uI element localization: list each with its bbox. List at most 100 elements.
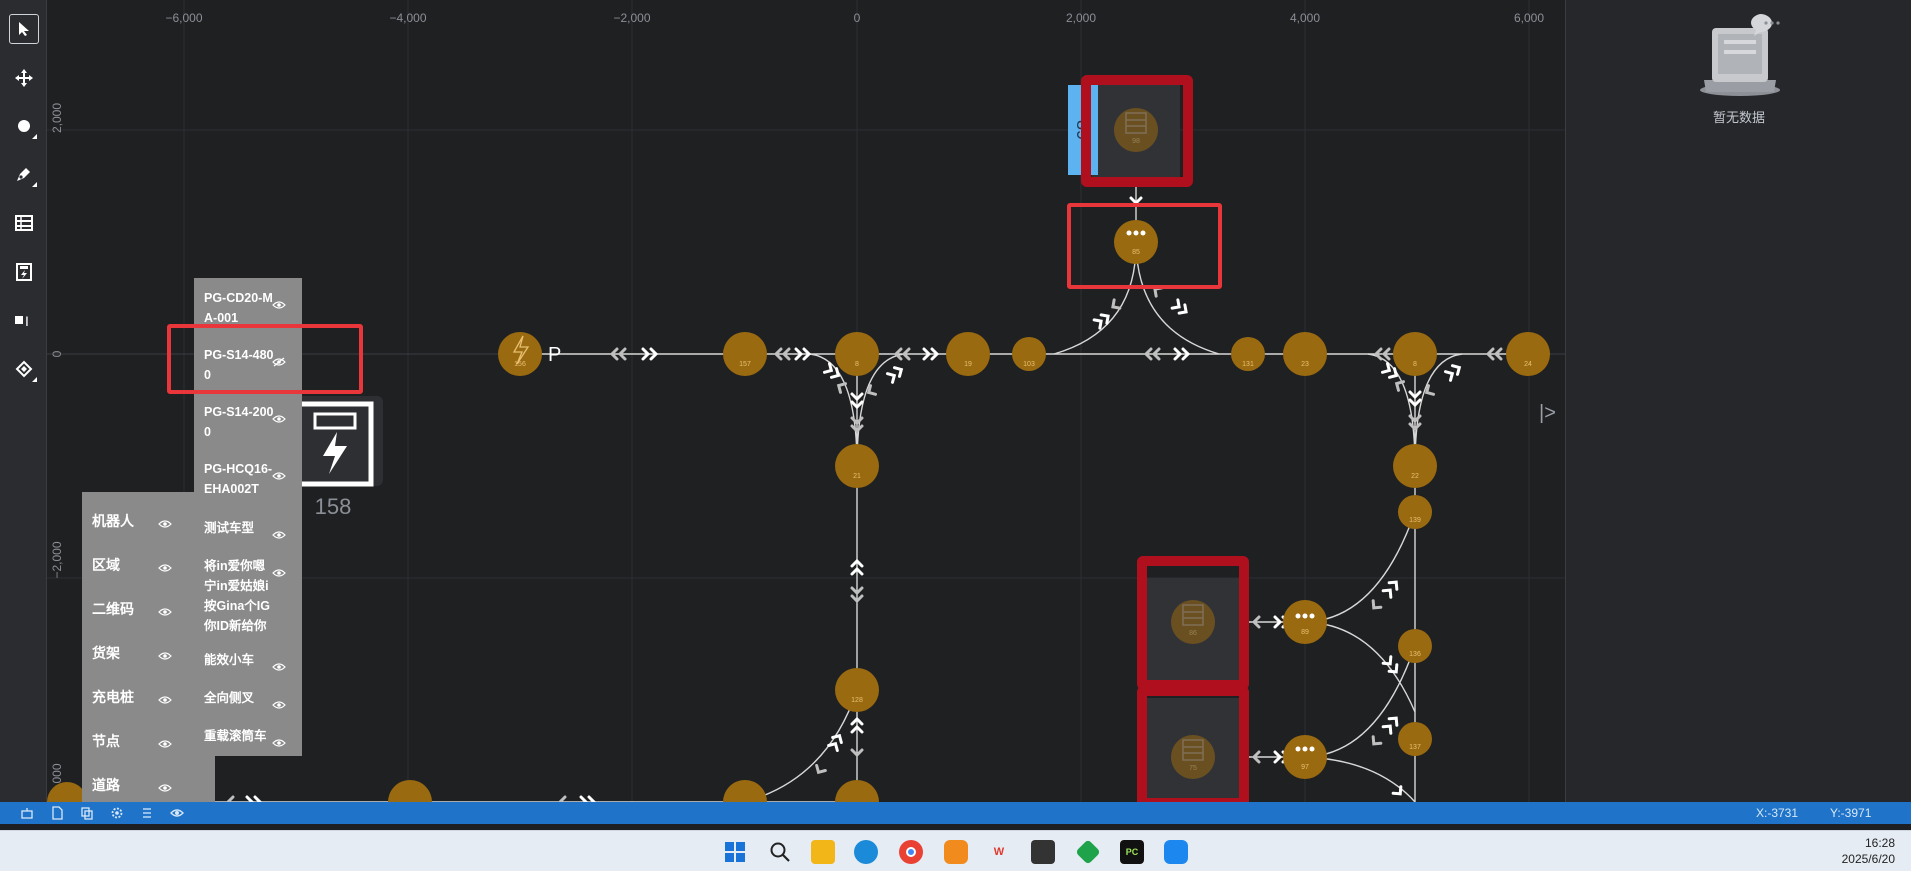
eye-icon[interactable] bbox=[158, 648, 172, 660]
layer-label: 道路 bbox=[92, 777, 120, 793]
eye-icon[interactable] bbox=[272, 734, 286, 747]
terminal-icon[interactable] bbox=[1031, 840, 1055, 864]
app-icon[interactable] bbox=[1075, 839, 1101, 865]
map-node[interactable] bbox=[723, 780, 767, 802]
map-node[interactable] bbox=[835, 780, 879, 802]
start-button[interactable] bbox=[723, 840, 747, 864]
map-node[interactable]: 156 bbox=[498, 332, 542, 376]
node-label: 89 bbox=[1301, 629, 1309, 636]
node-label: 131 bbox=[1242, 361, 1254, 368]
layer-label: 充电桩 bbox=[92, 689, 134, 705]
map-node[interactable]: 136 bbox=[1398, 629, 1432, 663]
layer-label: 货架 bbox=[92, 645, 120, 661]
eye-icon[interactable] bbox=[272, 696, 286, 709]
map-node[interactable]: 8 bbox=[1393, 332, 1437, 376]
eye-icon[interactable] bbox=[158, 736, 172, 748]
clock[interactable]: 16:28 2025/6/20 bbox=[1842, 835, 1895, 867]
x-tick-label: −6,000 bbox=[165, 11, 202, 25]
wps-icon[interactable]: W bbox=[987, 840, 1011, 864]
pycharm-icon[interactable]: PC bbox=[1120, 840, 1144, 864]
clock-date: 2025/6/20 bbox=[1841, 852, 1895, 866]
chrome-icon[interactable] bbox=[899, 840, 923, 864]
eye-icon[interactable] bbox=[272, 526, 286, 539]
eye-icon[interactable] bbox=[158, 560, 172, 572]
eye-icon[interactable] bbox=[158, 516, 172, 528]
layer-label: 机器人 bbox=[92, 513, 134, 529]
map-node[interactable]: 22 bbox=[1393, 444, 1437, 488]
map-node[interactable]: 137 bbox=[1398, 722, 1432, 756]
feishu-icon[interactable] bbox=[1164, 840, 1188, 864]
eye-icon[interactable] bbox=[170, 806, 184, 820]
app-icon[interactable] bbox=[944, 840, 968, 864]
layer-label: 节点 bbox=[92, 733, 120, 749]
charger-label: 158 bbox=[315, 494, 352, 519]
label-tool-icon[interactable]: I bbox=[9, 305, 39, 335]
eye-icon[interactable] bbox=[158, 604, 172, 616]
y-tick-label: −2,000 bbox=[50, 541, 64, 578]
map-node[interactable]: 128 bbox=[835, 668, 879, 712]
selection-frame bbox=[1081, 75, 1193, 187]
x-tick-label: −2,000 bbox=[613, 11, 650, 25]
map-node[interactable]: 89 bbox=[1283, 600, 1327, 644]
eye-icon[interactable] bbox=[158, 692, 172, 704]
robot-type-label: 能效小车 bbox=[204, 653, 255, 667]
map-node[interactable]: 23 bbox=[1283, 332, 1327, 376]
gear-icon[interactable] bbox=[110, 806, 124, 820]
cursor-x: X:-3731 bbox=[1756, 806, 1799, 820]
eye-icon[interactable] bbox=[272, 296, 286, 309]
node-label: 8 bbox=[1413, 361, 1417, 368]
robot-type-label: 重载滚筒车 bbox=[204, 729, 267, 743]
node-label: 21 bbox=[853, 473, 861, 480]
robot-type-label: 将in爱你嗯宁in爱姑娘i按Gina个IG你ID新给你 bbox=[204, 559, 270, 633]
file-explorer-icon[interactable] bbox=[811, 840, 835, 864]
eye-icon[interactable] bbox=[272, 564, 286, 577]
eye-icon[interactable] bbox=[272, 658, 286, 671]
node-label: 24 bbox=[1524, 361, 1532, 368]
layer-label: 二维码 bbox=[92, 601, 134, 617]
search-icon[interactable] bbox=[768, 840, 792, 864]
eye-icon[interactable] bbox=[272, 410, 286, 423]
map-node[interactable] bbox=[388, 780, 432, 802]
map-node[interactable]: 8 bbox=[835, 332, 879, 376]
taskbar: W PC 16:28 2025/6/20 bbox=[0, 830, 1911, 871]
map-node[interactable]: 131 bbox=[1231, 337, 1265, 371]
map-node[interactable]: 19 bbox=[946, 332, 990, 376]
x-tick-label: 6,000 bbox=[1514, 11, 1544, 25]
eye-icon[interactable] bbox=[158, 780, 172, 792]
map-node[interactable]: 21 bbox=[835, 444, 879, 488]
y-tick-label: 0 bbox=[50, 350, 64, 357]
robot-icon[interactable] bbox=[20, 806, 34, 820]
robot-type-label: PG-CD20-MA-001 bbox=[204, 291, 273, 325]
selection-frame bbox=[1137, 556, 1249, 690]
shelf-tool-icon[interactable] bbox=[9, 208, 39, 238]
map-node[interactable]: 157 bbox=[723, 332, 767, 376]
highlight-frame bbox=[1067, 203, 1222, 289]
copy-icon[interactable] bbox=[80, 806, 94, 820]
status-bar: X:-3731 Y:-3971 bbox=[0, 802, 1911, 824]
file-icon[interactable] bbox=[50, 806, 64, 820]
edge-icon[interactable] bbox=[854, 840, 878, 864]
robot-type-label: 测试车型 bbox=[204, 521, 255, 535]
map-node[interactable]: 97 bbox=[1283, 735, 1327, 779]
charger-letter: P bbox=[548, 344, 561, 366]
node-label: 103 bbox=[1023, 361, 1035, 368]
node-label: 22 bbox=[1411, 473, 1419, 480]
node-label: 139 bbox=[1409, 517, 1421, 524]
pen-tool-icon[interactable] bbox=[9, 159, 39, 189]
road-direction-arrows bbox=[226, 163, 1531, 802]
layer-toggle-row[interactable]: 道路 bbox=[82, 768, 215, 798]
tool-sidebar: I bbox=[0, 0, 47, 802]
area-tool-icon[interactable] bbox=[9, 354, 39, 384]
select-tool-icon[interactable] bbox=[9, 14, 39, 44]
collapse-panel-icon[interactable]: |> bbox=[1539, 402, 1556, 424]
pan-tool-icon[interactable] bbox=[9, 63, 39, 93]
point-tool-icon[interactable] bbox=[9, 111, 39, 141]
charger-tool-icon[interactable] bbox=[9, 257, 39, 287]
map-node[interactable]: 24 bbox=[1506, 332, 1550, 376]
node-label: 136 bbox=[1409, 651, 1421, 658]
eye-icon[interactable] bbox=[272, 467, 286, 480]
list-icon[interactable] bbox=[140, 806, 154, 820]
map-node[interactable]: 103 bbox=[1012, 337, 1046, 371]
node-label: 8 bbox=[855, 361, 859, 368]
map-node[interactable]: 139 bbox=[1398, 495, 1432, 529]
